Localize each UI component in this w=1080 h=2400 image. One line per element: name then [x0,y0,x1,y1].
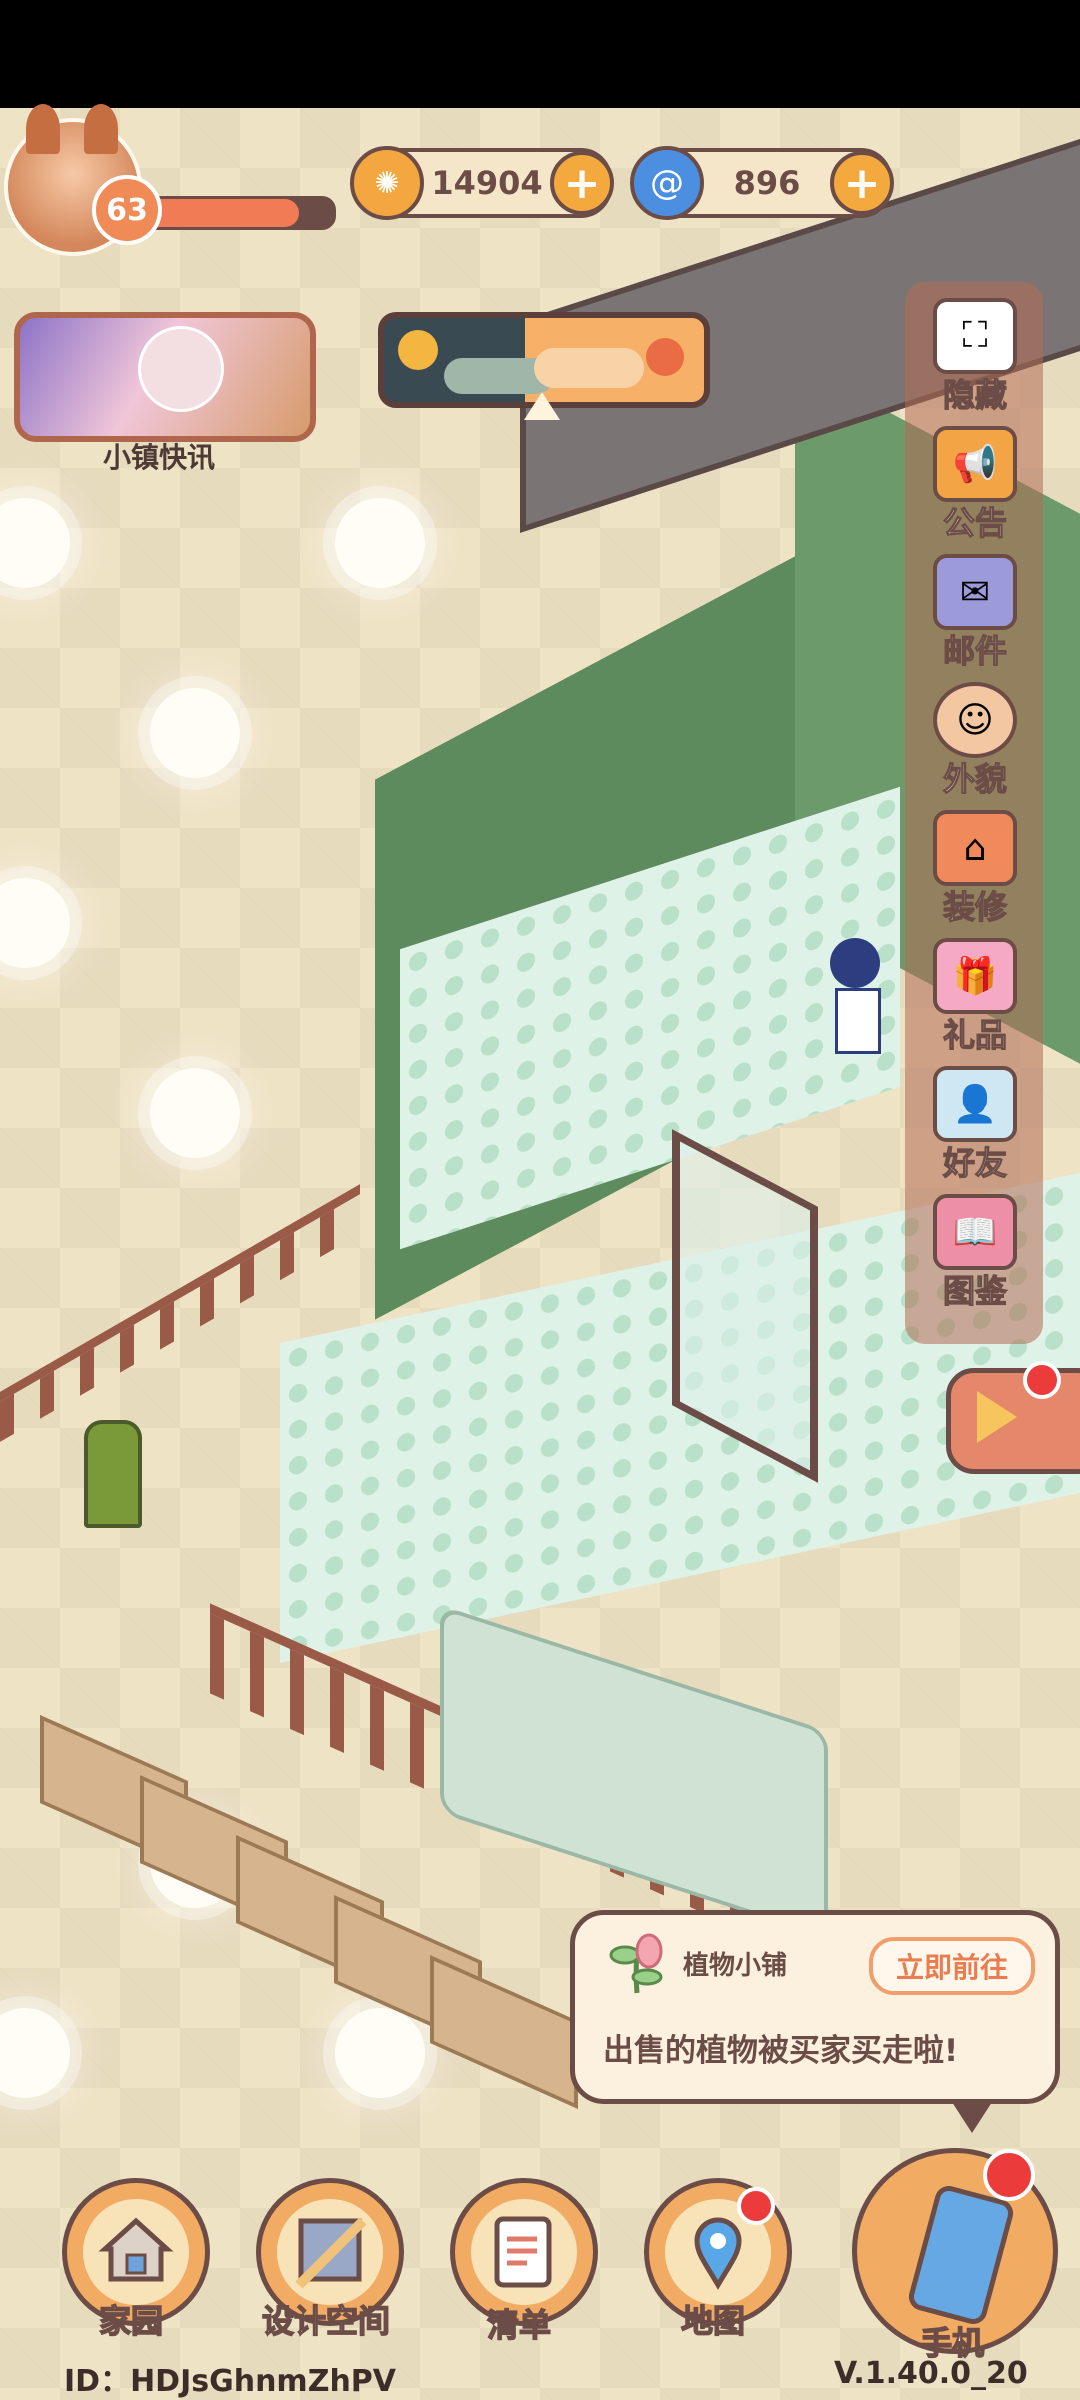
notification-title: 植物小铺 [683,1951,788,1981]
notification-message: 出售的植物被买家买走啦! [603,2033,959,2069]
house-wrench-icon: ⌂ [933,810,1017,886]
megaphone-icon: 📢 [933,426,1017,502]
phone-icon [905,2182,1017,2328]
nav-map-label: 地图 [680,2301,745,2340]
notification-dot [983,2149,1035,2201]
design-ruler-icon [277,2199,383,2305]
go-now-button[interactable]: 立即前往 [869,1937,1035,1995]
side-menu-appearance[interactable]: ☺ 外貌 [920,682,1030,800]
plant-display[interactable] [440,1604,828,1940]
plant-shop-notification: 植物小铺 立即前往 出售的植物被买家买走啦! [570,1910,1060,2133]
sun-icon [335,498,425,588]
version-label: V.1.40.0_20 [834,2356,1028,2391]
side-menu-label: 礼品 [942,1015,1007,1054]
add-coins-button[interactable]: + [550,151,614,215]
side-menu-gift[interactable]: 🎁 礼品 [920,938,1030,1056]
fox-ear [26,104,60,154]
friend-card-icon: 👤 [933,1066,1017,1142]
gift-icon: 🎁 [933,938,1017,1014]
side-menu-label: 好友 [942,1143,1007,1182]
status-bar [0,0,1080,108]
list-icon [471,2199,577,2305]
news-character-image [138,326,224,412]
player-character[interactable] [830,938,886,1088]
plant-shop-icon [609,1933,663,1994]
side-menu-announcement[interactable]: 📢 公告 [920,426,1030,544]
side-menu-hide[interactable]: ⛶ 隐藏 [920,298,1030,416]
coin-value: 14904 [431,164,543,202]
coin-icon: ✺ [350,146,424,220]
mailbox[interactable] [84,1420,142,1528]
sun-icon [150,688,240,778]
town-news-card[interactable] [14,312,316,442]
sun-icon [0,878,70,968]
expand-play-button[interactable] [946,1361,1080,1474]
side-menu-label: 隐藏 [942,375,1007,414]
side-menu-decorate[interactable]: ⌂ 装修 [920,810,1030,928]
mail-icon: ✉ [933,554,1017,630]
nav-list-label: 清单 [486,2305,551,2344]
sun-icon [335,2008,425,2098]
swirl-gem-icon: @ [630,146,704,220]
cloud-icon [534,348,644,388]
nav-design-label: 设计空间 [261,2301,390,2340]
home-icon [83,2199,189,2305]
notification-dot [737,2187,775,2225]
sun-small-icon [646,338,684,376]
moon-icon [398,330,438,370]
avatar-icon: ☺ [933,682,1017,758]
cardboard-box [430,1955,578,2109]
album-icon: 📖 [933,1194,1017,1270]
side-menu-album[interactable]: 📖 图鉴 [920,1194,1030,1312]
town-news-label[interactable]: 小镇快讯 [14,436,304,476]
nav-home-label: 家园 [98,2301,163,2340]
side-menu-label: 外貌 [942,759,1007,798]
side-menu-label: 图鉴 [942,1271,1007,1310]
coin-counter: ✺ 14904 + [350,146,614,220]
side-menu-label: 公告 [942,503,1007,542]
sun-icon [150,1068,240,1158]
sun-icon [0,2008,70,2098]
gem-value: 896 [733,164,801,202]
add-gems-button[interactable]: + [830,151,894,215]
fox-ear [84,104,118,154]
level-badge: 63 [92,175,162,245]
xp-bar [140,196,336,230]
side-menu-label: 邮件 [942,631,1007,670]
notification-dot [1023,1361,1061,1399]
time-pointer [524,392,560,420]
gem-counter: @ 896 + [630,146,894,220]
scan-frame-icon: ⛶ [933,298,1017,374]
side-menu-mail[interactable]: ✉ 邮件 [920,554,1030,672]
side-menu-label: 装修 [942,887,1007,926]
sun-icon [0,498,70,588]
xp-bar-fill [143,199,299,227]
player-id: ID：HDJsGhnmZhPV [64,2364,397,2399]
side-menu-friends[interactable]: 👤 好友 [920,1066,1030,1184]
play-icon [977,1391,1017,1443]
